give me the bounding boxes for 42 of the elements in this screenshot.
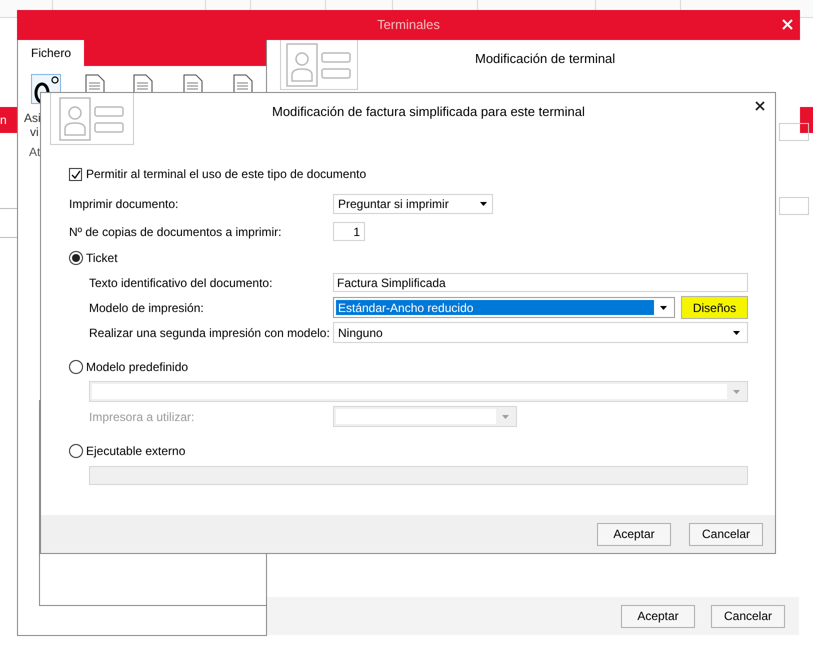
radio-button[interactable] — [69, 251, 83, 265]
sheet-label: n — [0, 112, 7, 129]
radio-label: Ejecutable externo — [86, 443, 186, 460]
number-field[interactable]: 1 — [333, 222, 365, 241]
dialog-button[interactable]: Aceptar — [621, 604, 695, 628]
field-label: Imprimir documento: — [69, 196, 180, 212]
text-field[interactable]: Factura Simplificada — [333, 273, 748, 292]
field-label: Texto identificativo del documento: — [89, 274, 274, 292]
field-label: Impresora a utilizar: — [89, 408, 196, 426]
dropdown-arrow-icon — [502, 414, 508, 418]
dialog-button[interactable]: Cancelar — [689, 522, 763, 546]
designs-button[interactable]: Diseños — [681, 296, 748, 319]
field-label: Realizar una segunda impresión con modelo: — [89, 324, 331, 342]
radio-label: Ticket — [86, 250, 118, 267]
dropdown-arrow-icon — [732, 390, 740, 394]
dropdown-arrow-icon — [660, 306, 666, 310]
dropdown-field[interactable]: Ninguno — [333, 322, 748, 343]
id-card-icon — [59, 96, 125, 140]
close-icon[interactable] — [755, 101, 765, 111]
radio-label: Modelo predefinido — [86, 359, 188, 376]
text-field[interactable] — [779, 123, 809, 141]
dropdown-field[interactable]: Preguntar si imprimir — [333, 194, 493, 214]
ribbon-label: vi — [30, 124, 39, 141]
ribbon-label: Asi — [24, 110, 41, 127]
dropdown-arrow-icon — [732, 330, 740, 334]
dialog-title: Modificación de factura simplificada para este terminal — [272, 103, 585, 121]
field-label: Nº de copias de documentos a imprimir: — [69, 224, 282, 240]
ribbon-group-label: At — [29, 144, 40, 161]
dialog-button[interactable]: Cancelar — [711, 604, 785, 628]
id-card-icon — [286, 42, 352, 86]
dialog-button[interactable]: Aceptar — [597, 522, 671, 546]
dropdown-arrow-icon — [480, 202, 487, 206]
checkbox-label: Permitir al terminal el uso de este tipo de documento — [86, 166, 366, 183]
text-field[interactable] — [779, 197, 809, 215]
radio-button[interactable] — [69, 360, 83, 374]
window-title: Modificación de terminal — [475, 50, 616, 68]
window-title: Terminales — [377, 16, 440, 34]
radio-button[interactable] — [69, 444, 83, 458]
dropdown-field[interactable]: Estándar-Ancho reducido — [333, 297, 675, 318]
ribbon-tab[interactable]: Fichero — [18, 40, 84, 66]
checkbox[interactable] — [69, 168, 82, 180]
field-label: Modelo de impresión: — [89, 300, 205, 316]
